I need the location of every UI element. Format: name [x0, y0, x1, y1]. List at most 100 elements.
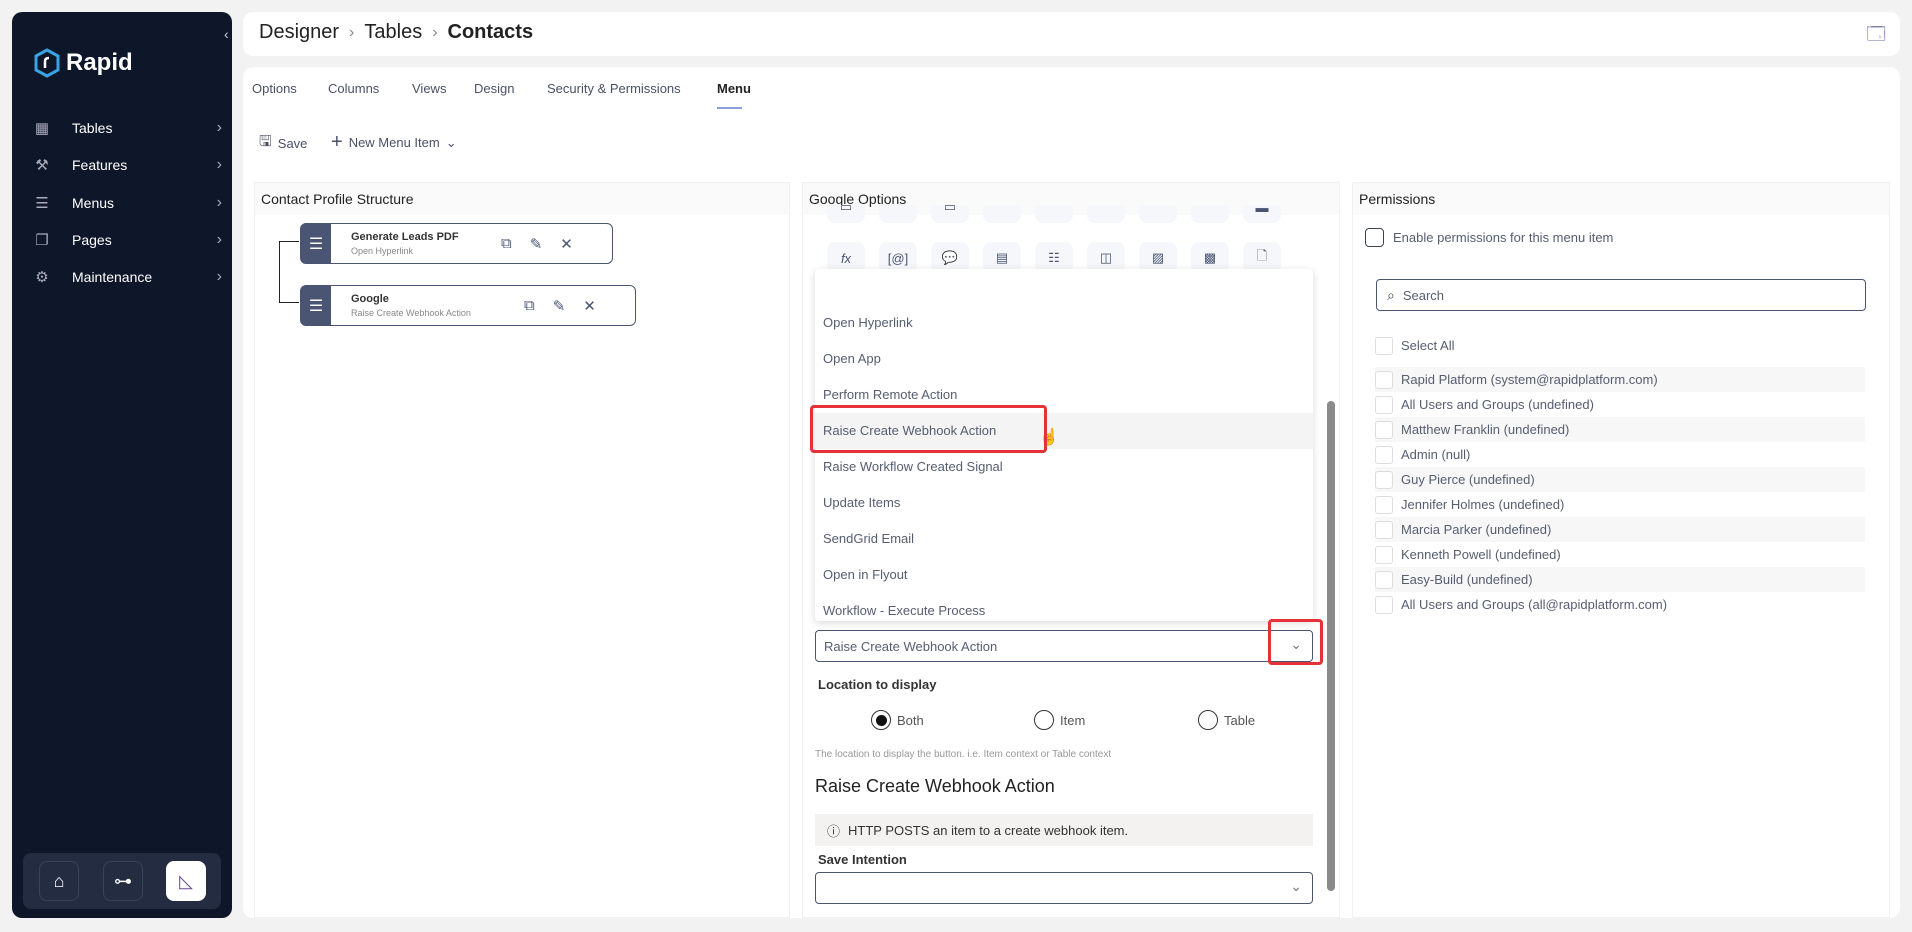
save-intention-select[interactable]: ⌄ [815, 872, 1313, 904]
delete-icon[interactable]: ✕ [583, 297, 596, 315]
move-icon[interactable]: ⧉ [524, 297, 535, 315]
tab-menu[interactable]: Menu [717, 81, 751, 96]
tab-security-permissions[interactable]: Security & Permissions [547, 81, 681, 96]
header: Designer › Tables › Contacts 🗔 [243, 12, 1900, 56]
active-tab-indicator [717, 107, 742, 109]
sidebar-item-tables[interactable]: ▦ Tables › [32, 113, 232, 143]
highlight-box [810, 405, 1047, 453]
dropdown-option[interactable]: Update Items [815, 485, 1313, 521]
collapse-sidebar-icon[interactable]: ‹ [224, 26, 229, 42]
user-row[interactable]: Matthew Franklin (undefined) [1375, 417, 1865, 442]
home-button[interactable]: ⌂ [39, 861, 79, 901]
user-row[interactable]: Rapid Platform (system@rapidplatform.com… [1375, 367, 1865, 392]
node-title: Google [351, 293, 389, 305]
checkbox-icon [1375, 495, 1393, 514]
scrollbar[interactable] [1326, 203, 1336, 908]
sidebar-item-features[interactable]: ⚒ Features › [32, 150, 232, 180]
breadcrumb-designer[interactable]: Designer [259, 21, 339, 44]
user-label: All Users and Groups (all@rapidplatform.… [1401, 597, 1668, 612]
user-row[interactable]: All Users and Groups (all@rapidplatform.… [1375, 592, 1865, 617]
radio-both[interactable]: Both [871, 710, 924, 730]
sidebar-item-maintenance[interactable]: ⚙ Maintenance › [32, 262, 232, 292]
sidebar-item-pages[interactable]: ❐ Pages › [32, 225, 232, 255]
user-row[interactable]: Jennifer Holmes (undefined) [1375, 492, 1865, 517]
label: Menus [72, 195, 115, 211]
user-row[interactable]: Kenneth Powell (undefined) [1375, 542, 1865, 567]
dropdown-option[interactable]: Workflow - Execute Process [815, 593, 1313, 621]
scrollbar-thumb[interactable] [1327, 401, 1335, 891]
tools-icon: ⚙ [35, 269, 49, 286]
flow-button[interactable]: ⊶ [103, 861, 143, 901]
edit-icon[interactable]: ✎ [553, 297, 566, 315]
tab-design[interactable]: Design [474, 81, 514, 96]
breadcrumb-tables[interactable]: Tables [364, 21, 422, 44]
user-row[interactable]: All Users and Groups (undefined) [1375, 392, 1865, 417]
user-row[interactable]: Guy Pierce (undefined) [1375, 467, 1865, 492]
icon-option[interactable] [1087, 205, 1125, 223]
edit-icon[interactable]: ✎ [530, 235, 543, 253]
checkbox-label: Enable permissions for this menu item [1393, 230, 1614, 245]
highlight-box [1268, 619, 1323, 665]
tab-columns[interactable]: Columns [328, 81, 379, 96]
menu-node[interactable]: ☰ Generate Leads PDF Open Hyperlink ⧉ ✎ ✕ [300, 223, 613, 264]
user-label: Matthew Franklin (undefined) [1401, 422, 1570, 437]
dropdown-option[interactable]: Open in Flyout [815, 557, 1313, 593]
icon-option[interactable] [1139, 205, 1177, 223]
drag-handle-icon[interactable]: ☰ [301, 224, 331, 263]
new-menu-item-button[interactable]: + New Menu Item ⌄ [331, 131, 457, 154]
icon-option[interactable]: ▭ [827, 205, 865, 223]
user-label: Admin (null) [1401, 447, 1471, 462]
search-input[interactable]: ⌕ Search [1376, 279, 1866, 311]
dropdown-option[interactable]: Raise Workflow Created Signal [815, 449, 1313, 485]
user-row[interactable]: Easy-Build (undefined) [1375, 567, 1865, 592]
dropdown-option[interactable]: Open Hyperlink [815, 305, 1313, 341]
window-search-icon[interactable]: 🗔 [1866, 22, 1886, 52]
radio-table[interactable]: Table [1198, 710, 1255, 730]
radio-label: Item [1060, 712, 1086, 728]
rapid-logo-icon [34, 48, 60, 78]
chevron-down-icon[interactable]: ⌄ [1290, 878, 1302, 895]
designer-button[interactable]: ◺ [166, 861, 206, 901]
sidebar: ‹ Rapid ▦ Tables › ⚒ Features › ☰ Menus › ❐ Pag… [12, 12, 232, 918]
checkbox-icon [1375, 595, 1393, 614]
radio-icon [1198, 710, 1218, 730]
icon-option[interactable] [983, 205, 1021, 223]
icon-option[interactable] [1191, 205, 1229, 223]
permissions-panel: Permissions Enable permissions for this … [1352, 182, 1890, 918]
user-row[interactable]: Marcia Parker (undefined) [1375, 517, 1865, 542]
menu-node[interactable]: ☰ Google Raise Create Webhook Action ⧉ ✎ ✕ [300, 285, 636, 326]
label: Pages [72, 232, 112, 248]
icon-option[interactable]: ▭ [931, 205, 969, 223]
enable-permissions-checkbox[interactable]: Enable permissions for this menu item [1365, 228, 1613, 247]
save-button[interactable]: 🖫 Save [259, 131, 307, 156]
save-intention-label: Save Intention [818, 852, 907, 867]
icon-option[interactable]: ▬ [1243, 205, 1281, 223]
radio-item[interactable]: Item [1034, 710, 1085, 730]
user-row[interactable]: Admin (null) [1375, 442, 1865, 467]
tab-views[interactable]: Views [412, 81, 446, 96]
table-icon: ▦ [34, 120, 50, 137]
chevron-down-icon: ⌄ [445, 134, 457, 150]
checkbox-icon [1375, 420, 1393, 439]
panel-title: Permissions [1353, 183, 1889, 215]
radio-selected-icon [871, 710, 891, 730]
sidebar-item-menus[interactable]: ☰ Menus › [32, 188, 232, 218]
icon-option[interactable] [1035, 205, 1073, 223]
tree-connector [279, 241, 299, 303]
label: Tables [72, 120, 113, 136]
user-label: Kenneth Powell (undefined) [1401, 547, 1561, 562]
tab-options[interactable]: Options [252, 81, 297, 96]
save-label: Save [277, 136, 308, 151]
user-label: Marcia Parker (undefined) [1401, 522, 1552, 537]
move-icon[interactable]: ⧉ [501, 235, 512, 253]
dropdown-option[interactable]: Open App [815, 341, 1313, 377]
dropdown-option[interactable]: SendGrid Email [815, 521, 1313, 557]
icon-option[interactable] [879, 205, 917, 223]
drag-handle-icon[interactable]: ☰ [301, 286, 331, 325]
search-placeholder: Search [1402, 287, 1445, 303]
delete-icon[interactable]: ✕ [560, 235, 573, 253]
action-select[interactable]: Raise Create Webhook Action ⌄ [815, 630, 1313, 662]
select-all-checkbox[interactable]: Select All [1375, 333, 1865, 358]
flow-icon: ⊶ [114, 870, 132, 891]
chevron-right-icon: › [216, 268, 222, 285]
